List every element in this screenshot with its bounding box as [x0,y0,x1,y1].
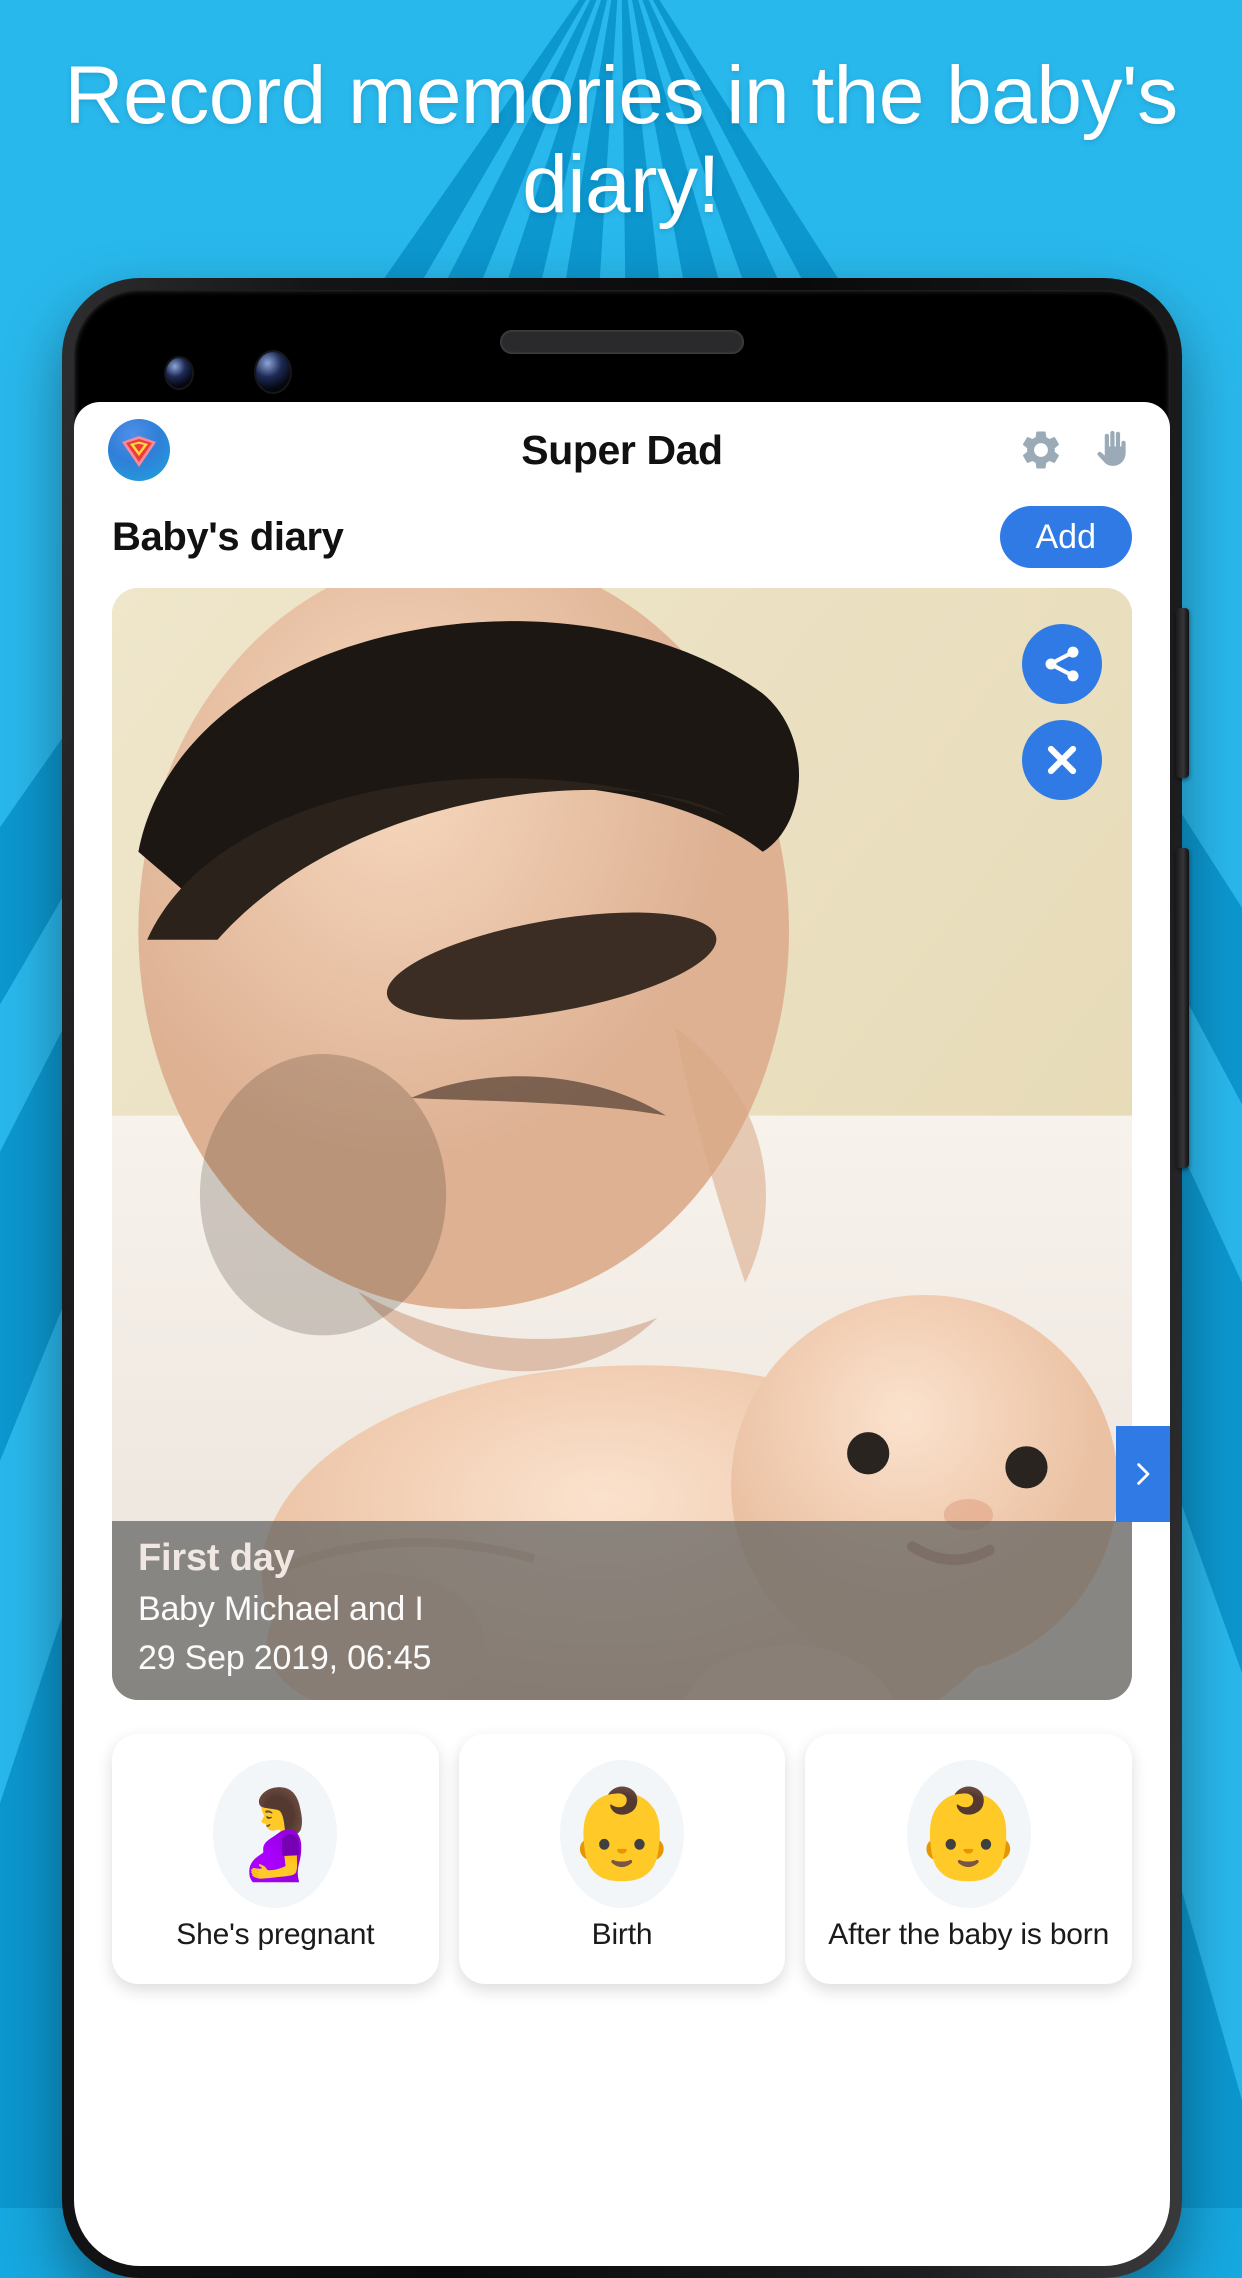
stage-card-pregnant[interactable]: 🤰 She's pregnant [112,1734,439,1984]
power-button[interactable] [1176,608,1189,778]
stage-label: After the baby is born [828,1918,1110,1951]
crawling-baby-icon: 👶 [906,1760,1031,1908]
chevron-right-icon [1137,1463,1150,1485]
section-header: Baby's diary Add [74,498,1170,584]
caption-description: Baby Michael and I [138,1590,424,1628]
stage-card-list: 🤰 She's pregnant 👶 Birth 👶 After the bab… [74,1700,1170,1984]
header-actions [1018,427,1136,473]
add-button[interactable]: Add [999,506,1132,568]
front-camera-icon [256,352,290,392]
share-icon[interactable] [1022,624,1102,704]
phone-mockup: Super Dad Baby's diary Add First day Bab… [62,278,1189,2278]
next-arrow-button[interactable] [1116,1426,1170,1522]
diary-caption: First day Baby Michael and I 29 Sep 2019… [112,1521,1132,1700]
promo-headline: Record memories in the baby's diary! [64,50,1178,230]
superhero-shield-icon [108,419,170,481]
caption-title: First day [138,1537,295,1579]
close-icon[interactable] [1022,720,1102,800]
app-header: Super Dad [74,402,1170,498]
pregnant-woman-icon: 🤰 [213,1760,338,1908]
page-title: Super Dad [521,426,723,473]
app-screen: Super Dad Baby's diary Add First day Bab… [74,402,1170,2266]
volume-button[interactable] [1176,848,1189,1168]
speaker-grille-icon [500,330,744,354]
gear-icon[interactable] [1018,427,1064,473]
stage-card-birth[interactable]: 👶 Birth [458,1734,786,1984]
stage-card-after-birth[interactable]: 👶 After the baby is born [805,1734,1133,1984]
swaddled-baby-icon: 👶 [560,1760,684,1908]
card-actions [1022,624,1102,800]
section-title: Baby's diary [112,514,344,559]
hand-icon[interactable] [1090,427,1136,473]
diary-entry-card[interactable]: First day Baby Michael and I 29 Sep 2019… [112,588,1132,1700]
caption-date: 29 Sep 2019, 06:45 [138,1639,432,1677]
front-camera-icon [166,358,192,388]
stage-label: Birth [591,1918,653,1951]
stage-label: She's pregnant [176,1918,375,1951]
phone-screen-bezel: Super Dad Baby's diary Add First day Bab… [74,290,1170,2266]
